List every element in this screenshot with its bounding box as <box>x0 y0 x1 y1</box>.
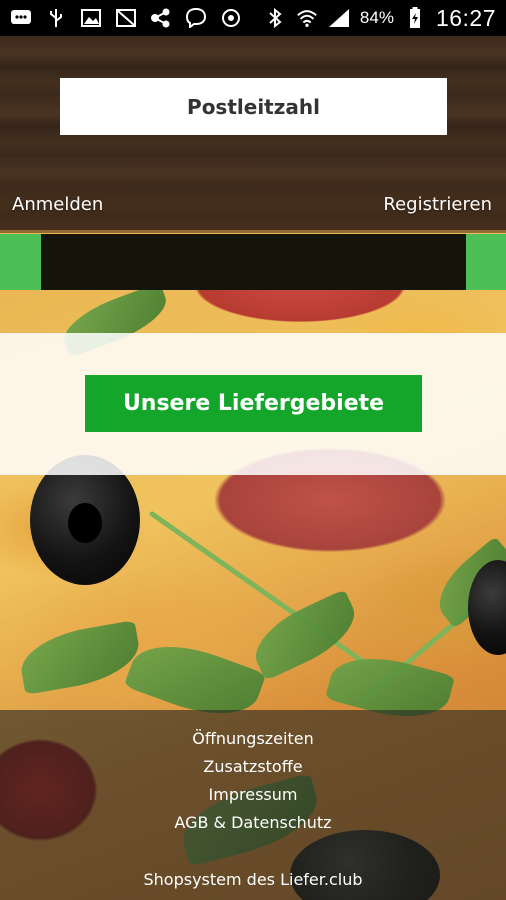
footer-link-additives[interactable]: Zusatzstoffe <box>0 757 506 776</box>
footer-credit-link[interactable]: Shopsystem des Liefer.club <box>0 870 506 889</box>
status-bar: 84% 16:27 <box>0 0 506 36</box>
notification-icons <box>0 8 242 28</box>
clock: 16:27 <box>435 4 496 31</box>
message-icon <box>10 8 32 28</box>
shield-icon <box>220 8 242 28</box>
login-link[interactable]: Anmelden <box>12 194 103 215</box>
system-icons: 84% 16:27 <box>264 5 506 32</box>
photo-off-icon <box>115 8 137 28</box>
arugula-leaf <box>16 619 144 696</box>
image-icon <box>80 8 102 28</box>
battery-percent: 84% <box>359 8 394 27</box>
signal-icon <box>328 8 350 28</box>
register-link[interactable]: Registrieren <box>383 194 492 215</box>
battery-icon <box>404 7 426 28</box>
delivery-areas-button[interactable]: Unsere Liefergebiete <box>85 375 422 432</box>
share-icon <box>150 8 172 28</box>
banner-content-box <box>41 234 466 290</box>
footer-link-imprint[interactable]: Impressum <box>0 785 506 804</box>
viber-icon <box>185 8 207 28</box>
postcode-field[interactable]: Postleitzahl <box>60 78 447 135</box>
bluetooth-icon <box>264 8 286 28</box>
footer-link-opening-hours[interactable]: Öffnungszeiten <box>0 729 506 748</box>
usb-icon <box>45 8 67 28</box>
wifi-icon <box>296 8 318 28</box>
footer-link-terms-privacy[interactable]: AGB & Datenschutz <box>0 813 506 832</box>
